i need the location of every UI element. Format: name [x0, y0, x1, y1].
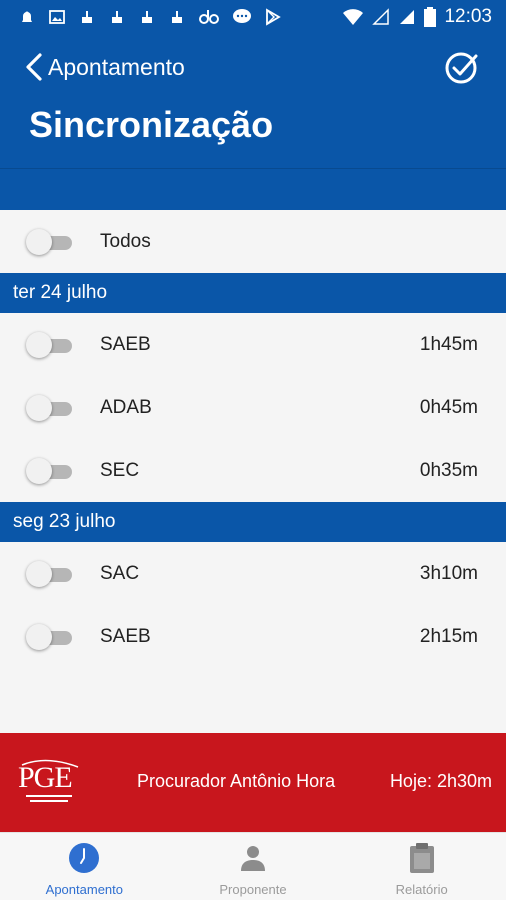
notification-icon [82, 11, 92, 23]
clipboard-icon [406, 842, 438, 874]
wifi-icon [343, 9, 364, 25]
nav-label: Relatório [395, 882, 448, 897]
list-item: SAC 3h10m [0, 542, 506, 605]
back-label: Apontamento [48, 53, 185, 80]
sync-list: Todos ter 24 julho SAEB 1h45m ADAB 0h45m… [0, 210, 506, 668]
notification-icon [112, 11, 122, 23]
back-button[interactable]: Apontamento [24, 52, 185, 82]
today-total: Hoje: 2h30m [389, 771, 492, 791]
status-time: 12:03 [444, 6, 492, 27]
page-title: Sincronização [29, 104, 274, 145]
item-label: SAEB [100, 333, 151, 355]
image-icon [49, 10, 65, 24]
list-item: ADAB 0h45m [0, 376, 506, 439]
item-time: 3h10m [419, 562, 478, 584]
header-strip [0, 168, 506, 210]
item-toggle[interactable] [26, 394, 74, 422]
nav-label: Apontamento [45, 882, 123, 897]
item-toggle[interactable] [26, 331, 74, 359]
section-header: seg 23 julho [0, 502, 506, 542]
item-label: SAC [100, 562, 140, 584]
item-time: 0h45m [419, 396, 478, 418]
chevron-left-icon [26, 53, 42, 81]
item-time: 1h45m [419, 333, 478, 355]
logo-text: PGE [18, 761, 72, 794]
person-icon [237, 842, 269, 874]
signal-empty-icon [372, 8, 390, 25]
notification-icon [22, 11, 32, 22]
chat-icon [233, 9, 251, 23]
section-header: ter 24 julho [0, 273, 506, 313]
bottom-nav: Apontamento Proponente Relatório [0, 832, 506, 900]
status-bar: 12:03 [0, 0, 506, 34]
all-label: Todos [100, 230, 151, 252]
nav-proponente[interactable]: Proponente [169, 833, 338, 900]
notification-icon [142, 11, 152, 23]
app-bar: Apontamento Sincronização [0, 34, 506, 168]
nav-label: Proponente [219, 882, 287, 897]
check-circle-icon[interactable] [444, 50, 480, 86]
all-row: Todos [0, 210, 506, 273]
battery-icon [424, 7, 437, 27]
signal-icon [400, 10, 415, 24]
notification-icon [172, 11, 182, 23]
item-toggle[interactable] [26, 623, 74, 651]
nav-relatorio[interactable]: Relatório [337, 833, 506, 900]
item-toggle[interactable] [26, 560, 74, 588]
play-store-icon [266, 8, 281, 26]
item-time: 0h35m [419, 459, 478, 481]
user-name: Procurador Antônio Hora [137, 771, 336, 791]
all-toggle[interactable] [26, 228, 74, 256]
pge-logo: PGE [18, 759, 79, 802]
list-item: SAEB 2h15m [0, 605, 506, 668]
item-label: SEC [100, 459, 140, 481]
item-label: ADAB [100, 396, 152, 418]
item-toggle[interactable] [26, 457, 74, 485]
clock-icon [68, 842, 100, 874]
list-item: SEC 0h35m [0, 439, 506, 502]
app-icon [199, 10, 219, 24]
status-system-icons: 12:03 [342, 6, 506, 28]
list-item: SAEB 1h45m [0, 313, 506, 376]
nav-apontamento[interactable]: Apontamento [0, 833, 169, 900]
status-notification-icons [0, 8, 282, 26]
item-label: SAEB [100, 625, 151, 647]
item-time: 2h15m [419, 625, 478, 647]
user-banner: PGE Procurador Antônio Hora Hoje: 2h30m [0, 733, 506, 832]
